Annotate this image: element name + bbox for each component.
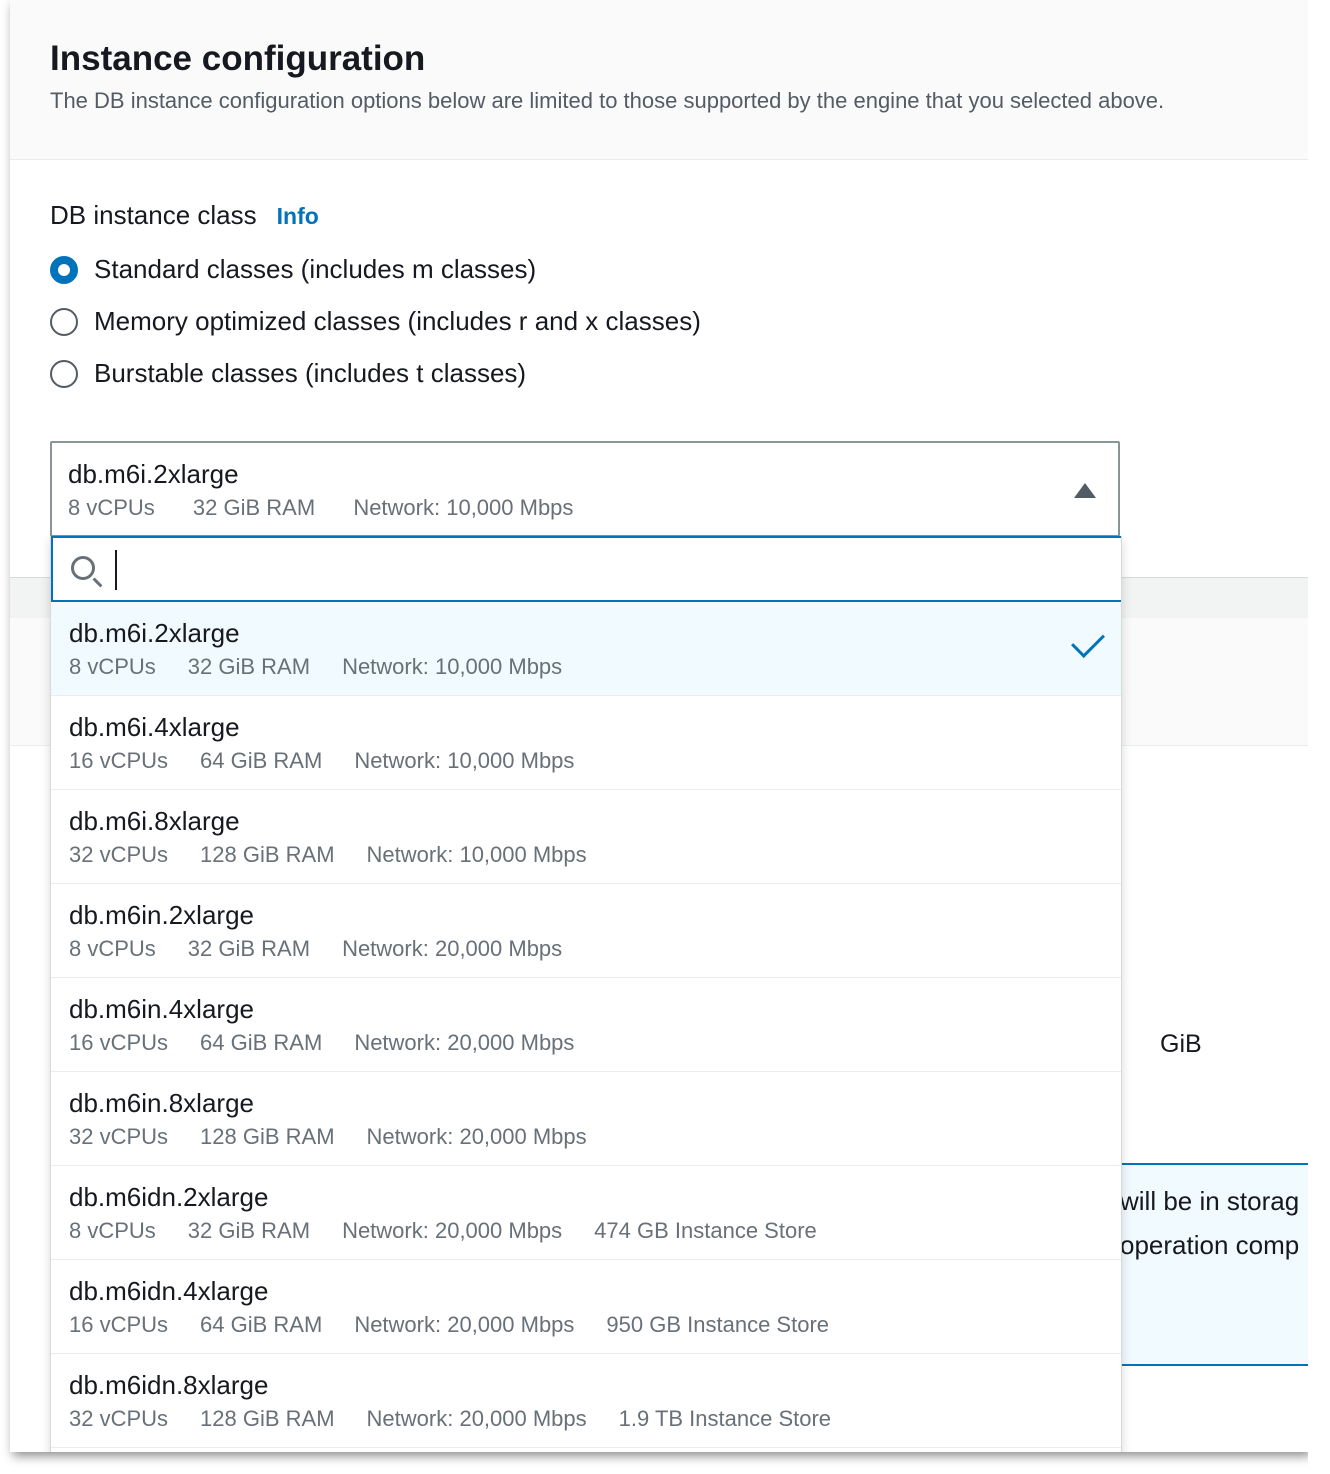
option-item[interactable]: db.m6in.2xlarge 8 vCPUs 32 GiB RAM Network… xyxy=(51,884,1121,978)
spec-network: Network: 20,000 Mbps xyxy=(366,1124,587,1149)
alert-line-1: will be in storag xyxy=(1120,1186,1300,1216)
field-label-text: DB instance class xyxy=(50,200,257,230)
option-item[interactable]: db.m6idn.8xlarge 32 vCPUs 128 GiB RAM Netw… xyxy=(51,1354,1121,1448)
spec-ram: 64 GiB RAM xyxy=(200,1312,323,1337)
option-name: db.m6idn.2xlarge xyxy=(69,1182,269,1212)
instance-configuration-card: Instance configuration The DB instance c… xyxy=(10,0,1308,578)
spec-vcpus: 8 vCPUs xyxy=(69,654,156,679)
spec-vcpus: 32 vCPUs xyxy=(69,1124,169,1149)
info-link[interactable]: Info xyxy=(277,203,319,230)
spec-vcpus: 32 vCPUs xyxy=(69,842,169,867)
radio-label: Standard classes (includes m classes) xyxy=(94,254,537,284)
option-name: db.m6i.8xlarge xyxy=(69,806,240,836)
instance-class-dropdown: db.m6i.2xlarge 8 vCPUs 32 GiB RAM Network:… xyxy=(50,536,1122,1452)
alert-line-2: operation comp xyxy=(1120,1230,1300,1260)
option-specs: 8 vCPUs 32 GiB RAM Network: 20,000 Mbps xyxy=(69,936,1105,962)
radio-standard-classes[interactable]: Standard classes (includes m classes) xyxy=(50,254,536,285)
spec-ram: 128 GiB RAM xyxy=(200,842,335,867)
spec-instance-store: 474 GB Instance Store xyxy=(594,1218,817,1243)
option-name: db.m6in.2xlarge xyxy=(69,900,254,930)
spec-ram: 64 GiB RAM xyxy=(200,1030,323,1055)
section-description: The DB instance configuration options be… xyxy=(50,88,1165,113)
option-specs: 8 vCPUs 32 GiB RAM Network: 10,000 Mbps xyxy=(69,654,1105,680)
spec-vcpus: 32 vCPUs xyxy=(69,1406,169,1431)
option-specs: 16 vCPUs 64 GiB RAM Network: 20,000 Mbps 95… xyxy=(69,1312,1105,1338)
spec-vcpus: 16 vCPUs xyxy=(69,748,169,773)
dropdown-search xyxy=(51,536,1121,602)
storage-info-alert: will be in storag operation comp xyxy=(1110,1163,1308,1366)
db-instance-class-label: DB instance class Info xyxy=(50,200,319,231)
spec-network: Network: 20,000 Mbps xyxy=(354,1312,575,1337)
radio-burstable-classes[interactable]: Burstable classes (includes t classes) xyxy=(50,358,526,389)
option-item[interactable]: db.m6in.8xlarge 32 vCPUs 128 GiB RAM Netwo… xyxy=(51,1072,1121,1166)
option-specs: 16 vCPUs 64 GiB RAM Network: 10,000 Mbps xyxy=(69,748,1105,774)
console-frame: GiB will be in storag operation comp Ins… xyxy=(10,0,1308,1452)
search-icon xyxy=(71,556,95,580)
option-specs: 32 vCPUs 128 GiB RAM Network: 20,000 Mbps xyxy=(69,1124,1105,1150)
spec-vcpus: 8 vCPUs xyxy=(69,1218,156,1243)
radio-button-checked[interactable] xyxy=(50,255,78,284)
option-name: db.m6idn.4xlarge xyxy=(69,1276,269,1306)
selected-instance-specs: 8 vCPUs 32 GiB RAM Network: 10,000 Mbps xyxy=(68,495,1102,521)
option-item[interactable]: db.m6in.4xlarge 16 vCPUs 64 GiB RAM Networ… xyxy=(51,978,1121,1072)
spec-vcpus: 8 vCPUs xyxy=(68,495,155,520)
spec-network: Network: 20,000 Mbps xyxy=(342,936,563,961)
radio-memory-optimized-classes[interactable]: Memory optimized classes (includes r and… xyxy=(50,306,701,337)
option-name: db.m6idn.8xlarge xyxy=(69,1370,269,1400)
option-item[interactable]: db.m6i.8xlarge 32 vCPUs 128 GiB RAM Networ… xyxy=(51,790,1121,884)
caret-up-icon[interactable] xyxy=(1074,483,1096,498)
spec-ram: 128 GiB RAM xyxy=(200,1406,335,1431)
option-specs: 8 vCPUs 32 GiB RAM Network: 20,000 Mbps 474… xyxy=(69,1218,1105,1244)
spec-vcpus: 16 vCPUs xyxy=(69,1030,169,1055)
selected-instance-name: db.m6i.2xlarge xyxy=(68,459,239,489)
option-list: db.m6i.2xlarge 8 vCPUs 32 GiB RAM Network:… xyxy=(51,602,1121,1448)
option-specs: 32 vCPUs 128 GiB RAM Network: 20,000 Mbps 1… xyxy=(69,1406,1105,1432)
spec-network: Network: 20,000 Mbps xyxy=(366,1406,587,1431)
spec-ram: 32 GiB RAM xyxy=(187,654,311,679)
section-title: Instance configuration xyxy=(50,39,426,78)
option-specs: 32 vCPUs 128 GiB RAM Network: 10,000 Mbps xyxy=(69,842,1105,868)
spec-network: Network: 20,000 Mbps xyxy=(342,1218,563,1243)
spec-network: Network: 10,000 Mbps xyxy=(353,495,574,520)
spec-instance-store: 950 GB Instance Store xyxy=(606,1312,829,1337)
spec-network: Network: 10,000 Mbps xyxy=(366,842,587,867)
page-edge xyxy=(1308,0,1330,1474)
option-item[interactable]: db.m6idn.2xlarge 8 vCPUs 32 GiB RAM Networ… xyxy=(51,1166,1121,1260)
spec-vcpus: 16 vCPUs xyxy=(69,1312,169,1337)
spec-ram: 64 GiB RAM xyxy=(200,748,323,773)
spec-network: Network: 20,000 Mbps xyxy=(354,1030,575,1055)
spec-ram: 32 GiB RAM xyxy=(187,1218,311,1243)
spec-vcpus: 8 vCPUs xyxy=(69,936,156,961)
search-input[interactable] xyxy=(115,550,1095,590)
option-item[interactable]: db.m6i.2xlarge 8 vCPUs 32 GiB RAM Network:… xyxy=(51,602,1121,696)
storage-unit-label: GiB xyxy=(1160,1030,1202,1058)
radio-button[interactable] xyxy=(50,359,78,388)
spec-ram: 32 GiB RAM xyxy=(187,936,311,961)
spec-instance-store: 1.9 TB Instance Store xyxy=(618,1406,832,1431)
radio-button[interactable] xyxy=(50,307,78,336)
spec-ram: 128 GiB RAM xyxy=(200,1124,335,1149)
option-name: db.m6in.4xlarge xyxy=(69,994,254,1024)
spec-network: Network: 10,000 Mbps xyxy=(342,654,563,679)
instance-class-select[interactable]: db.m6i.2xlarge 8 vCPUs 32 GiB RAM Networ… xyxy=(50,441,1120,537)
option-item[interactable]: db.m6idn.4xlarge 16 vCPUs 64 GiB RAM Netwo… xyxy=(51,1260,1121,1354)
card-header: Instance configuration The DB instance c… xyxy=(10,0,1308,160)
radio-label: Burstable classes (includes t classes) xyxy=(94,358,527,388)
option-item[interactable]: db.m6i.4xlarge 16 vCPUs 64 GiB RAM Network… xyxy=(51,696,1121,790)
option-name: db.m6i.2xlarge xyxy=(69,618,240,648)
spec-network: Network: 10,000 Mbps xyxy=(354,748,575,773)
option-name: db.m6i.4xlarge xyxy=(69,712,240,742)
option-specs: 16 vCPUs 64 GiB RAM Network: 20,000 Mbps xyxy=(69,1030,1105,1056)
option-name: db.m6in.8xlarge xyxy=(69,1088,254,1118)
spec-ram: 32 GiB RAM xyxy=(192,495,316,520)
radio-label: Memory optimized classes (includes r and… xyxy=(94,306,701,336)
